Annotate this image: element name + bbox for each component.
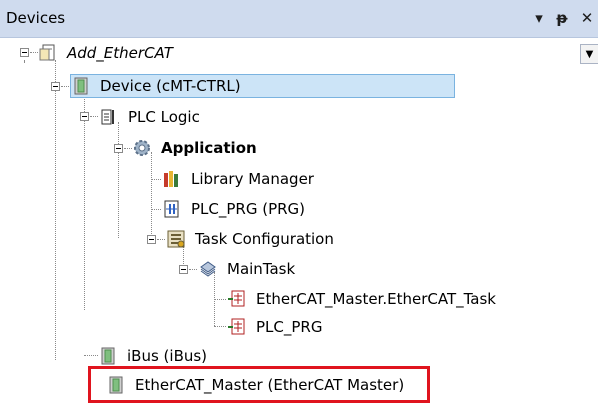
collapse-toggle[interactable] [20, 48, 29, 57]
close-icon[interactable]: ✕ [578, 8, 596, 28]
collapse-toggle[interactable] [51, 82, 60, 91]
tree-node-maintask[interactable]: MainTask [198, 257, 298, 281]
tree-connector [214, 326, 226, 327]
tree-node-label: PLC_PRG (PRG) [191, 200, 306, 218]
tree-connector [84, 355, 98, 356]
tree-connector [189, 269, 197, 270]
tree-node-project[interactable]: Add_EtherCAT [38, 41, 176, 65]
tree-connector [124, 148, 132, 149]
collapse-toggle[interactable] [114, 144, 123, 153]
tree-node-label: iBus (iBus) [127, 347, 208, 365]
library-books-icon [162, 169, 182, 189]
panel-menu-dropdown-icon[interactable]: ▾ [530, 8, 548, 28]
tree-node-library-manager[interactable]: Library Manager [162, 167, 317, 191]
tree-node-label: PLC_PRG [256, 318, 323, 336]
tree-connector [151, 152, 152, 236]
tree-node-task-configuration[interactable]: Task Configuration [166, 227, 337, 251]
collapse-toggle[interactable] [147, 235, 156, 244]
device-icon [71, 76, 91, 96]
tree-node-application[interactable]: Application [132, 136, 260, 160]
tree-node-label: Device (cMT-CTRL) [100, 77, 241, 95]
program-pou-icon [162, 199, 182, 219]
tree-node-plc-prg-call[interactable]: PLC_PRG [227, 315, 325, 339]
tree-connector [61, 86, 69, 87]
tree-node-label: Add_EtherCAT [67, 44, 173, 62]
project-file-icon [38, 43, 58, 63]
devices-panel-titlebar: Devices ▾ ᵽ ✕ [0, 0, 598, 38]
tree-connector [55, 60, 56, 360]
device-tree: ▼ Add_EtherCAT Device (cMT-CTRL) PLC Log… [0, 38, 598, 405]
program-call-icon [227, 317, 247, 337]
plc-logic-icon [99, 107, 119, 127]
pin-icon[interactable]: ᵽ [553, 8, 571, 28]
tree-connector [151, 179, 161, 180]
collapse-toggle[interactable] [80, 112, 89, 121]
program-call-icon [227, 289, 247, 309]
tree-node-plc-logic[interactable]: PLC Logic [99, 105, 203, 129]
tree-node-device[interactable]: Device (cMT-CTRL) [70, 74, 455, 98]
tree-connector [90, 116, 98, 117]
tree-connector [84, 92, 85, 310]
tree-node-label: Task Configuration [195, 230, 334, 248]
chevron-down-icon[interactable]: ▼ [580, 44, 598, 64]
tree-connector [118, 122, 119, 238]
tree-node-label: PLC Logic [128, 108, 200, 126]
collapse-toggle[interactable] [179, 265, 188, 274]
tree-node-plc-prg[interactable]: PLC_PRG (PRG) [162, 197, 308, 221]
gear-icon [132, 138, 152, 158]
tree-node-label: Application [161, 139, 257, 157]
tree-node-label: Library Manager [191, 170, 314, 188]
tree-connector [151, 209, 161, 210]
task-configuration-icon [166, 229, 186, 249]
tree-connector [157, 239, 165, 240]
tree-node-ibus[interactable]: iBus (iBus) [98, 344, 210, 368]
tree-node-label: MainTask [227, 260, 296, 278]
tree-connector [24, 60, 25, 62]
highlight-box [88, 366, 430, 403]
task-icon [198, 259, 218, 279]
tree-connector [214, 299, 226, 300]
tree-node-ethercat-task-call[interactable]: EtherCAT_Master.EtherCAT_Task [227, 287, 499, 311]
tree-node-label: EtherCAT_Master.EtherCAT_Task [256, 290, 496, 308]
device-icon [98, 346, 118, 366]
panel-title: Devices [6, 9, 66, 27]
tree-connector [30, 52, 38, 53]
